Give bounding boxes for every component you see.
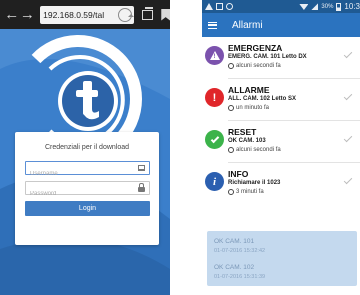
wifi-icon	[299, 4, 309, 10]
alarm-time-text: 3 minuti fa	[236, 189, 264, 195]
alarm-item-info[interactable]: i INFO Richiamare il 1023 3 minuti fa	[202, 166, 360, 206]
status-time: 10:3	[344, 2, 360, 11]
refresh-icon[interactable]	[117, 7, 134, 22]
status-bar: 30% 10:3	[202, 0, 360, 13]
username-input[interactable]	[26, 168, 134, 180]
exclamation-icon: !	[205, 88, 224, 107]
app-bar: Allarmi	[202, 13, 360, 37]
divider	[228, 162, 360, 163]
alarm-item-emergenza[interactable]: ! EMERGENZA EMERG. CAM. 101 Letto DX alc…	[202, 40, 360, 80]
alarm-time-text: alcuni secondi fa	[236, 147, 281, 153]
browser-toolbar: ← → 192.168.0.59/tal	[0, 0, 170, 29]
clock-icon	[228, 147, 234, 153]
acknowledge-check-icon[interactable]	[343, 175, 353, 185]
warning-notification-icon	[205, 3, 213, 10]
login-card: Credenziali per il download Login	[15, 132, 159, 245]
login-button[interactable]: Login	[25, 201, 150, 216]
acknowledge-check-icon[interactable]	[343, 49, 353, 59]
clock-icon	[228, 189, 234, 195]
alarm-time: un minuto fa	[228, 105, 269, 111]
alarm-item-reset[interactable]: RESET OK CAM. 103 alcuni secondi fa	[202, 124, 360, 164]
history-item-label: OK CAM. 101	[214, 238, 255, 245]
alarm-phone: 30% 10:3 Allarmi ! EMERGENZA EMERG. CAM.…	[202, 0, 360, 295]
alarm-time: alcuni secondi fa	[228, 63, 281, 69]
logo-icon	[31, 35, 142, 144]
alarm-time-text: un minuto fa	[236, 105, 270, 111]
password-field[interactable]	[25, 181, 150, 200]
browser-phone: ← → 192.168.0.59/tal Credenziali per il …	[0, 0, 170, 295]
alarm-title: EMERGENZA	[228, 43, 283, 53]
forward-arrow-icon[interactable]: →	[20, 0, 36, 29]
divider	[228, 78, 360, 79]
history-item-date: 01-07-2016 15:31:39	[214, 274, 266, 280]
info-icon: i	[205, 172, 224, 191]
alarm-time-text: alcuni secondi fa	[236, 63, 281, 69]
image-notification-icon	[216, 3, 223, 10]
alarm-time: 3 minuti fa	[228, 189, 264, 195]
acknowledge-check-icon[interactable]	[343, 133, 353, 143]
alarm-time: alcuni secondi fa	[228, 147, 281, 153]
warning-icon: !	[205, 46, 224, 65]
menu-icon[interactable]	[208, 21, 217, 29]
clock-icon	[228, 105, 234, 111]
alarm-detail: OK CAM. 103	[228, 138, 266, 144]
alarm-detail: Richiamare il 1023	[228, 180, 281, 186]
address-bar[interactable]: 192.168.0.59/tal	[40, 5, 134, 24]
signal-icon	[311, 3, 319, 10]
password-input[interactable]	[26, 188, 134, 200]
login-title: Credenziali per il download	[44, 144, 130, 151]
bookmark-icon[interactable]	[161, 8, 170, 21]
alarm-detail: EMERG. CAM. 101 Letto DX	[228, 54, 307, 60]
history-item-date: 01-07-2016 15:32:42	[214, 248, 266, 254]
clock-notification-icon	[226, 3, 233, 10]
url-text[interactable]: 192.168.0.59/tal	[43, 10, 117, 20]
username-field[interactable]	[25, 161, 150, 180]
alarm-detail: ALL. CAM. 102 Letto SX	[228, 96, 297, 102]
alarm-item-allarme[interactable]: ! ALLARME ALL. CAM. 102 Letto SX un minu…	[202, 82, 360, 122]
divider	[228, 120, 360, 121]
history-panel: OK CAM. 101 01-07-2016 15:32:42 OK CAM. …	[207, 231, 357, 286]
alarm-title: INFO	[228, 169, 249, 179]
app-title: Allarmi	[232, 19, 263, 31]
envelope-icon	[138, 165, 145, 171]
alarm-title: ALLARME	[228, 85, 270, 95]
lock-icon	[138, 183, 145, 192]
clock-icon	[228, 63, 234, 69]
history-item-label: OK CAM. 102	[214, 264, 255, 271]
screenshot: ← → 192.168.0.59/tal Credenziali per il …	[0, 0, 360, 295]
alarm-title: RESET	[228, 127, 257, 137]
battery-icon	[336, 2, 342, 11]
check-icon	[205, 130, 224, 149]
acknowledge-check-icon[interactable]	[343, 91, 353, 101]
back-arrow-icon[interactable]: ←	[4, 0, 20, 29]
battery-percent: 30%	[321, 3, 334, 10]
tabs-icon[interactable]	[141, 6, 154, 20]
